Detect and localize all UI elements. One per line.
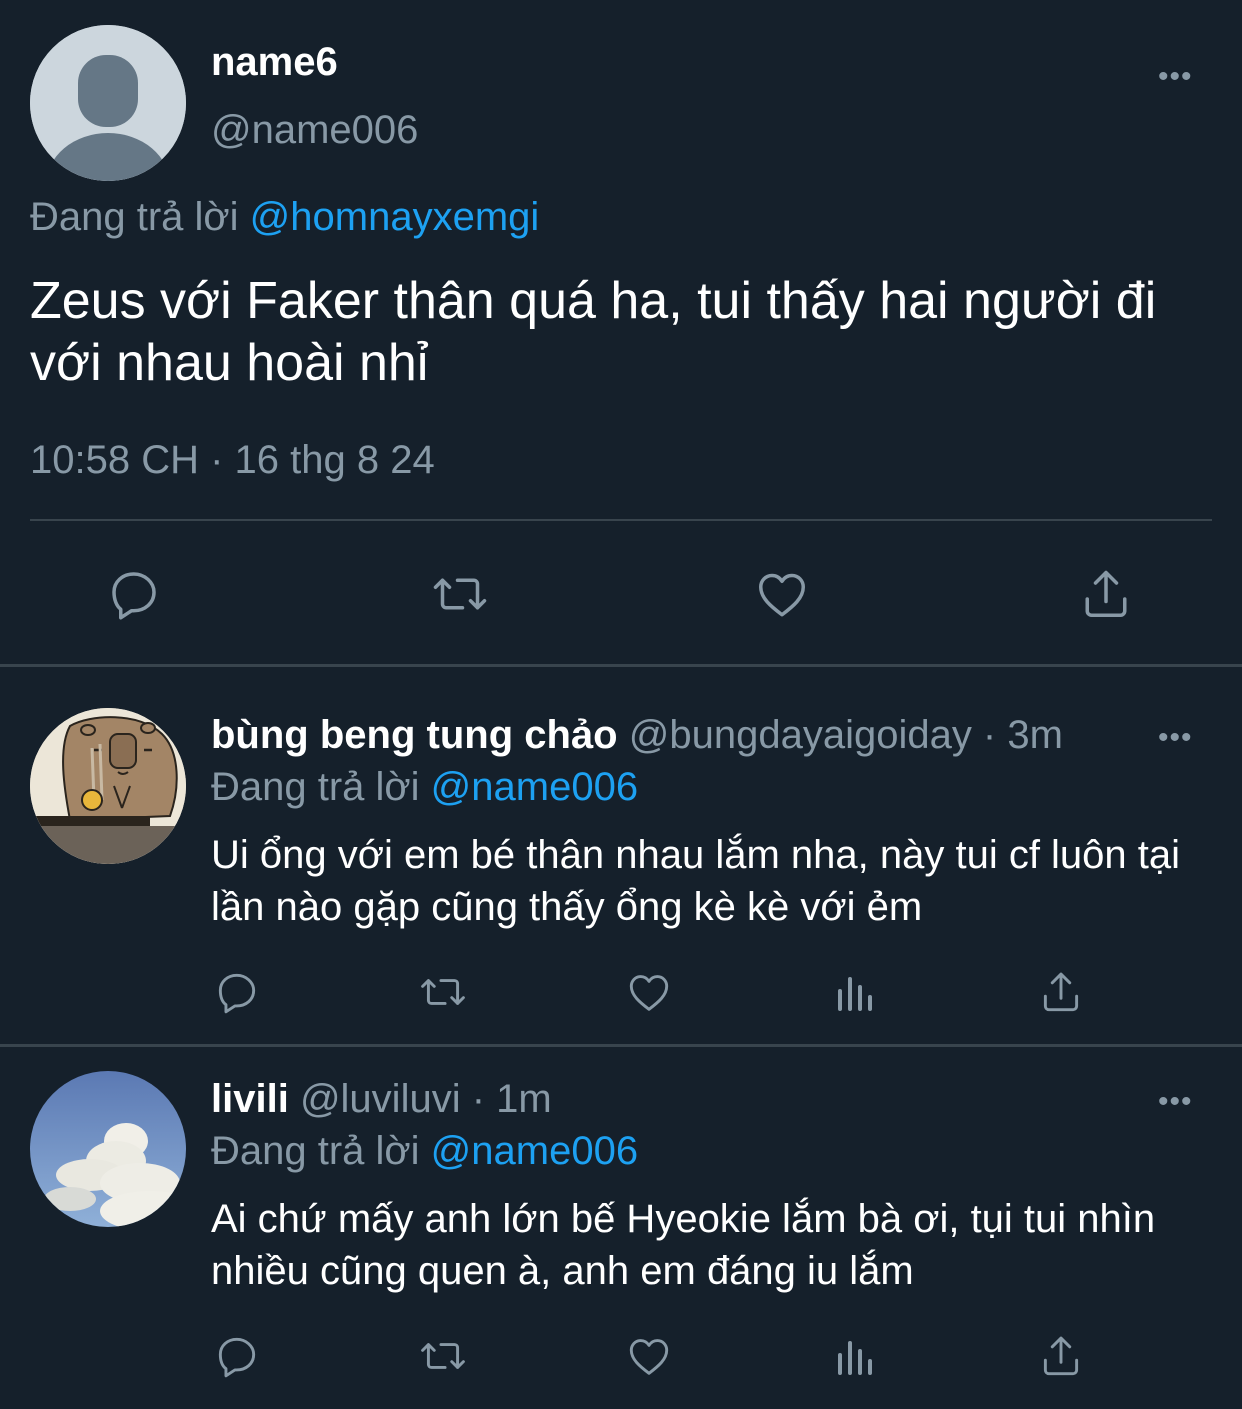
reply-tweet[interactable]: livili @luviluvi · 1m ••• Đang trả lời @… [0,1047,1242,1409]
reply-header: livili @luviluvi · 1m [211,1077,552,1122]
reply-action-bar [0,965,1242,1025]
replying-mention-link[interactable]: @name006 [431,1129,638,1173]
retweet-icon[interactable] [416,1331,470,1381]
main-tweet: name6 @name006 ••• Đang trả lời @homnayx… [0,0,1242,665]
like-icon[interactable] [624,1331,674,1381]
reply-text: Ui ổng với em bé thân nhau lắm nha, này … [211,833,1181,929]
default-avatar-icon [30,25,186,181]
sky-cloud-avatar-icon [30,1071,186,1227]
reply-icon[interactable] [104,564,164,624]
share-icon[interactable] [1076,564,1136,624]
replying-mention-link[interactable]: @name006 [431,765,638,809]
share-icon[interactable] [1036,967,1086,1017]
replying-to: Đang trả lời @homnayxemgi [30,195,539,240]
sky-avatar[interactable] [30,1071,186,1227]
reply-author-name[interactable]: bùng beng tung chảo [211,713,618,757]
capybara-avatar-icon [30,708,186,864]
reply-author-name[interactable]: livili [211,1077,289,1121]
replying-to: Đang trả lời @name006 [211,1129,638,1174]
share-icon[interactable] [1036,1331,1086,1381]
like-icon[interactable] [752,564,812,624]
more-icon[interactable]: ••• [1158,62,1193,92]
analytics-icon[interactable] [832,1333,880,1381]
reply-tweet[interactable]: bùng beng tung chảo @bungdayaigoiday · 3… [0,667,1242,1045]
replying-prefix: Đang trả lời [30,195,239,239]
reply-author-meta[interactable]: @bungdayaigoiday · 3m [629,713,1063,757]
like-icon[interactable] [624,967,674,1017]
divider [30,519,1212,521]
analytics-icon[interactable] [832,969,880,1017]
main-tweet-timestamp[interactable]: 10:58 CH · 16 thg 8 24 [30,438,435,483]
replying-prefix: Đang trả lời [211,765,420,809]
more-icon[interactable]: ••• [1158,1087,1193,1117]
main-action-bar [0,560,1242,630]
retweet-icon[interactable] [416,967,470,1017]
main-author-handle[interactable]: @name006 [211,108,418,153]
retweet-icon[interactable] [428,564,492,624]
reply-header: bùng beng tung chảo @bungdayaigoiday · 3… [211,713,1063,758]
more-icon[interactable]: ••• [1158,723,1193,753]
main-author-name[interactable]: name6 [211,40,338,85]
replying-prefix: Đang trả lời [211,1129,420,1173]
reply-text: Ai chứ mấy anh lớn bế Hyeokie lắm bà ơi,… [211,1197,1156,1293]
replying-mention-link[interactable]: @homnayxemgi [250,195,540,239]
default-avatar[interactable] [30,25,186,181]
capybara-avatar[interactable] [30,708,186,864]
reply-icon[interactable] [212,1331,262,1381]
main-tweet-text: Zeus với Faker thân quá ha, tui thấy hai… [30,272,1157,392]
replying-to: Đang trả lời @name006 [211,765,638,810]
reply-action-bar [0,1329,1242,1389]
reply-icon[interactable] [212,967,262,1017]
reply-author-meta[interactable]: @luviluvi · 1m [300,1077,552,1121]
